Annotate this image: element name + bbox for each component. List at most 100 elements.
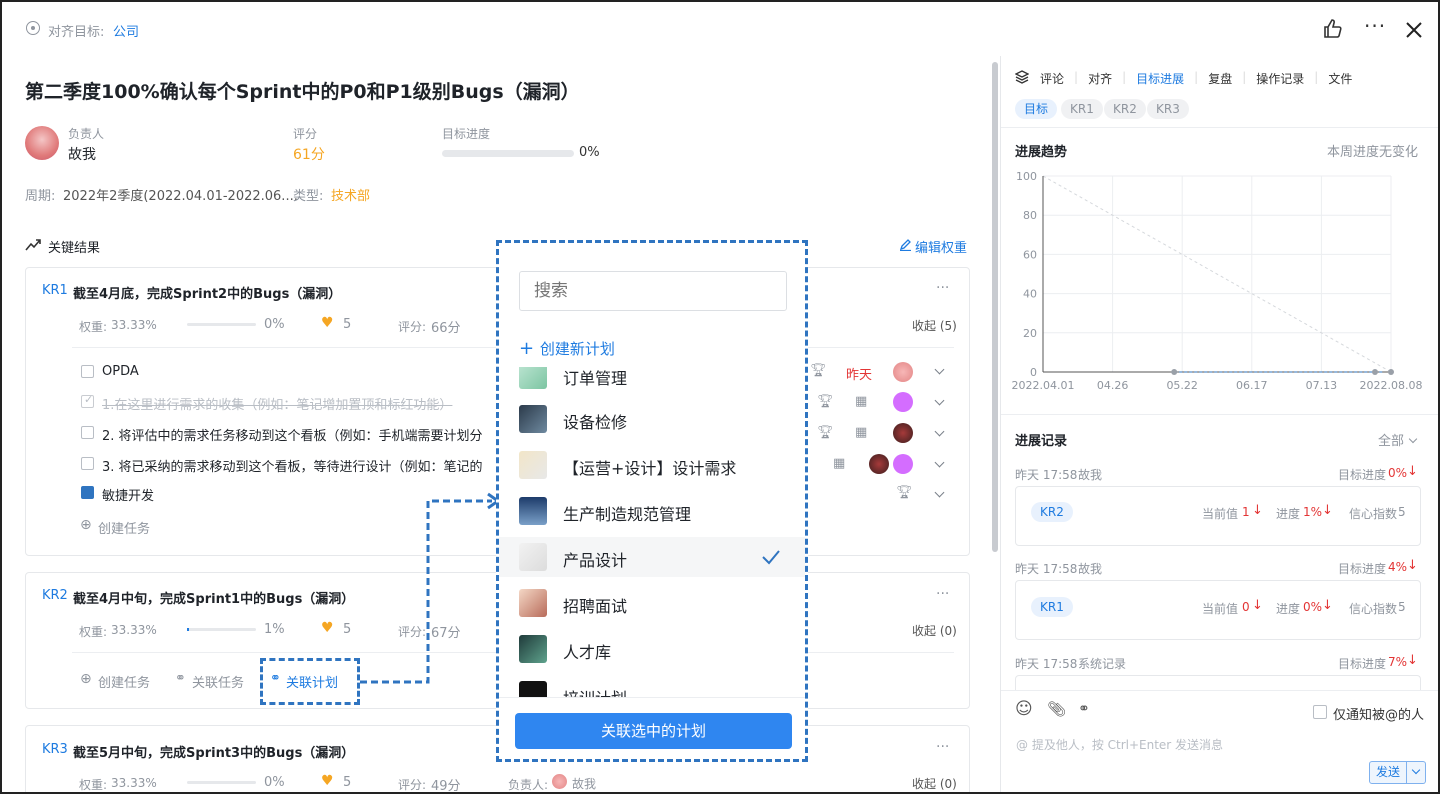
plan-item[interactable]: 设备检修	[519, 399, 799, 439]
emoji-icon[interactable]: ☺	[1015, 699, 1033, 719]
create-plan-button[interactable]: + 创建新计划	[519, 338, 615, 359]
period-label: 周期:	[25, 189, 56, 204]
avatar[interactable]	[893, 454, 913, 474]
comment-input[interactable]: @ 提及他人，按 Ctrl+Enter 发送消息	[1016, 736, 1223, 753]
avatar[interactable]	[893, 362, 913, 382]
score-value[interactable]: 61分	[293, 144, 325, 164]
task-text[interactable]: 2. 将评估中的需求任务移动到这个看板（例如：手机端需要计划分	[102, 425, 483, 444]
link-selected-plans-button[interactable]: 关联选中的计划	[515, 713, 792, 749]
progress-label: 目标进度	[442, 127, 491, 141]
task-checkbox[interactable]	[81, 426, 94, 439]
trophy-icon[interactable]: 🏆︎	[817, 425, 834, 440]
tab-files[interactable]: 文件	[1328, 70, 1352, 87]
kr1-title[interactable]: 截至4月底，完成Sprint2中的Bugs（漏洞）	[73, 283, 341, 302]
calendar-icon[interactable]: ▦	[855, 425, 867, 440]
kr2-link-plan-button[interactable]: 关联计划	[286, 672, 338, 691]
kr1-heart-icon[interactable]: ♥	[321, 315, 334, 331]
plan-thumbnail	[519, 635, 547, 663]
kr3-owner[interactable]: 故我	[572, 775, 596, 792]
task-text-done[interactable]: 1.在这里进行需求的收集（例如：笔记增加置顶和标红功能）	[102, 394, 452, 413]
tab-align[interactable]: 对齐	[1088, 70, 1112, 87]
y-tick-label: 80	[1023, 209, 1037, 222]
chevron-down-icon	[1408, 434, 1418, 444]
kr1-collapse[interactable]: 收起 (5)	[912, 317, 957, 334]
scrollbar[interactable]	[992, 62, 998, 552]
kr2-collapse[interactable]: 收起 (0)	[912, 622, 957, 639]
plan-item-selected[interactable]: 产品设计	[499, 537, 805, 577]
trend-title: 进展趋势	[1015, 145, 1068, 160]
attachment-icon[interactable]: 📎︎	[1047, 700, 1066, 718]
plan-thumbnail	[519, 367, 547, 389]
kr2-create-task-button[interactable]: 创建任务	[98, 672, 150, 691]
trophy-icon[interactable]: 🏆︎	[896, 485, 913, 500]
avatar[interactable]	[893, 423, 913, 443]
calendar-icon[interactable]: ▦	[833, 456, 845, 471]
y-tick-label: 100	[1016, 170, 1037, 183]
target-line	[1042, 175, 1392, 373]
records-title: 进展记录	[1015, 434, 1068, 449]
kr1-likes: 5	[343, 317, 352, 332]
plan-item[interactable]: 【运营+设计】设计需求	[519, 445, 799, 485]
record-progress: 7%	[1388, 655, 1408, 669]
kr3-collapse[interactable]: 收起 (0)	[912, 775, 957, 792]
kr1-score: 66分	[431, 321, 461, 336]
kr1-more-icon[interactable]: ···	[936, 280, 949, 296]
trophy-icon[interactable]: 🏆︎	[810, 363, 827, 378]
create-task-button[interactable]: 创建任务	[98, 518, 150, 537]
task-text[interactable]: 3. 将已采纳的需求移动到这个看板，等待进行设计（例如：笔记的	[102, 456, 483, 475]
task-checkbox[interactable]	[81, 457, 94, 470]
plan-item[interactable]: 培训计划	[519, 675, 799, 697]
kr2-link-task-button[interactable]: 关联任务	[192, 672, 244, 691]
kr2-more-icon[interactable]: ···	[936, 586, 949, 602]
plan-item[interactable]: 招聘面试	[519, 583, 799, 623]
kr2-heart-icon[interactable]: ♥	[321, 620, 334, 636]
plan-item[interactable]: 生产制造规范管理	[519, 491, 799, 531]
tab-comments[interactable]: 评论	[1040, 70, 1064, 87]
plan-item[interactable]: 人才库	[519, 629, 799, 669]
kr3-more-icon[interactable]: ···	[936, 739, 949, 755]
record-progress-label: 目标进度	[1338, 562, 1387, 576]
plan-search-input[interactable]	[519, 271, 787, 311]
align-target-link[interactable]: 公司	[113, 21, 139, 40]
plan-name: 生产制造规范管理	[563, 505, 692, 524]
kr1-tag: KR1	[42, 283, 68, 298]
link-icon[interactable]: ⚭	[1078, 701, 1090, 717]
plan-item[interactable]: 订单管理	[519, 367, 799, 395]
task-text[interactable]: OPDA	[102, 364, 139, 379]
record-prog-label: 进度	[1276, 507, 1301, 521]
notify-checkbox[interactable]	[1313, 705, 1327, 719]
kr3-title[interactable]: 截至5月中旬，完成Sprint3中的Bugs（漏洞）	[73, 742, 354, 761]
record-current-value: 1	[1242, 505, 1250, 519]
board-name[interactable]: 敏捷开发	[102, 485, 154, 504]
y-tick-label: 20	[1023, 327, 1037, 340]
filter-objective[interactable]: 目标	[1015, 99, 1058, 119]
tab-progress[interactable]: 目标进展	[1136, 70, 1184, 87]
owner-name[interactable]: 故我	[68, 144, 96, 164]
layers-icon	[1015, 70, 1029, 84]
x-tick-label: 06.17	[1236, 379, 1268, 392]
kr3-progress-bar	[187, 781, 256, 784]
y-tick-label: 0	[1030, 366, 1037, 379]
filter-kr1[interactable]: KR1	[1061, 99, 1103, 119]
avatar[interactable]	[869, 454, 889, 474]
close-icon[interactable]	[1405, 21, 1423, 39]
edit-weight-button[interactable]: 编辑权重	[915, 237, 967, 256]
task-checkbox-checked[interactable]: ✓	[81, 393, 94, 408]
send-options-button[interactable]	[1407, 761, 1426, 784]
trophy-icon[interactable]: 🏆︎	[817, 394, 834, 409]
task-checkbox[interactable]	[81, 365, 94, 378]
tab-history[interactable]: 操作记录	[1256, 70, 1304, 87]
calendar-icon[interactable]: ▦	[855, 394, 867, 409]
filter-kr3[interactable]: KR3	[1147, 99, 1189, 119]
records-filter[interactable]: 全部	[1378, 430, 1418, 449]
more-icon[interactable]: ···	[1364, 14, 1386, 38]
avatar[interactable]	[893, 392, 913, 412]
kr3-heart-icon[interactable]: ♥	[321, 773, 334, 789]
kr2-title[interactable]: 截至4月中旬，完成Sprint1中的Bugs（漏洞）	[73, 588, 354, 607]
tab-review[interactable]: 复盘	[1208, 70, 1232, 87]
type-value: 技术部	[331, 189, 371, 204]
filter-kr2[interactable]: KR2	[1104, 99, 1146, 119]
thumbs-up-icon[interactable]	[1322, 18, 1344, 40]
send-button[interactable]: 发送	[1369, 761, 1407, 784]
kr1-progress-bar	[187, 323, 256, 326]
